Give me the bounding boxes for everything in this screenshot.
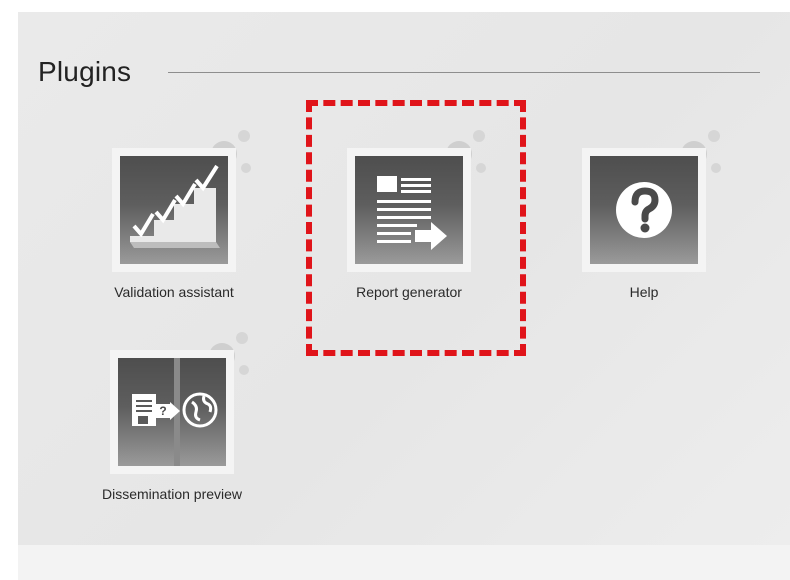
plugin-label: Help (629, 284, 659, 300)
plugin-validation-assistant[interactable]: Validation assistant (74, 124, 274, 300)
plugin-label: Validation assistant (114, 284, 234, 300)
bottom-strip (18, 545, 790, 580)
help-tile[interactable] (582, 148, 706, 272)
plugin-label: Dissemination preview (101, 486, 243, 502)
document-to-globe-icon: ? (132, 358, 218, 466)
svg-text:?: ? (159, 404, 166, 418)
section-title: Plugins (38, 56, 132, 87)
plugin-dissemination-preview[interactable]: ? Dissemination preview (72, 326, 272, 502)
validation-tile[interactable] (112, 148, 236, 272)
selection-highlight (306, 100, 526, 356)
plugin-help[interactable]: Help (544, 124, 744, 300)
question-mark-icon (616, 182, 672, 238)
validation-checkmarks-icon (130, 164, 220, 248)
dissemination-tile[interactable]: ? (110, 350, 234, 474)
title-divider (168, 72, 760, 73)
